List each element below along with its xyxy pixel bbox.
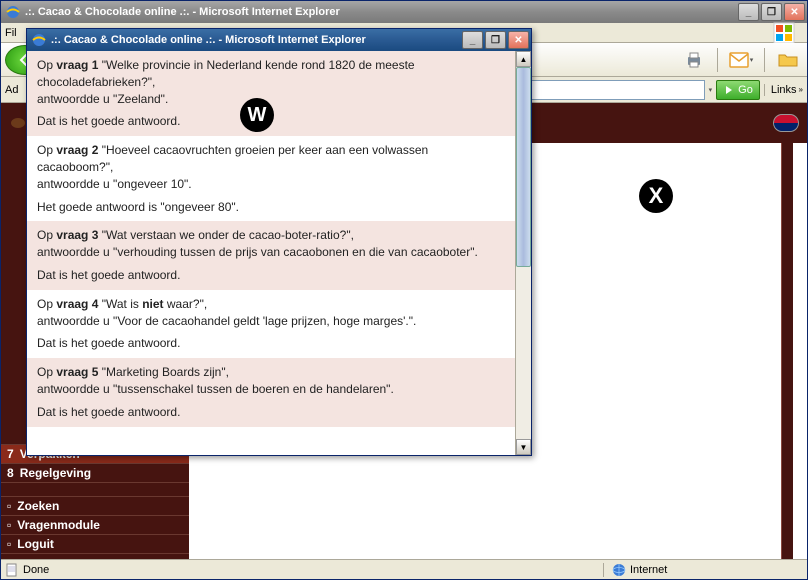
popup-title: .:. Cacao & Chocolade online .:. - Micro… (51, 34, 462, 46)
status-text: Done (23, 564, 49, 576)
popup-body: Op vraag 1 "Welke provincie in Nederland… (27, 51, 531, 455)
print-button[interactable] (679, 46, 709, 74)
popup-scrollbar[interactable]: ▲ ▼ (515, 51, 531, 455)
go-button[interactable]: Go (716, 80, 760, 100)
popup-close-button[interactable]: ✕ (508, 31, 529, 49)
feedback-item: Op vraag 3 "Wat verstaan we onder de cac… (27, 221, 515, 289)
popup-maximize-button[interactable]: ❐ (485, 31, 506, 49)
popup-minimize-button[interactable]: _ (462, 31, 483, 49)
zone-text: Internet (630, 564, 667, 576)
nav-item-regelgeving[interactable]: 8 Regelgeving (1, 463, 189, 482)
toolbar-separator (717, 48, 718, 72)
nav-item-vragenmodule[interactable]: ▫ Vragenmodule (1, 515, 189, 534)
badge-x: X (639, 179, 673, 213)
right-stripe (781, 143, 793, 559)
mail-button[interactable]: ▾ (726, 46, 756, 74)
folder-button[interactable] (773, 46, 803, 74)
main-titlebar: .:. Cacao & Chocolade online .:. - Micro… (1, 1, 807, 23)
feedback-item: Op vraag 2 "Hoeveel cacaovruchten groeie… (27, 136, 515, 221)
cocoa-icon (9, 114, 27, 132)
scroll-up-button[interactable]: ▲ (516, 51, 531, 67)
scroll-track[interactable] (516, 67, 531, 439)
scroll-down-button[interactable]: ▼ (516, 439, 531, 455)
main-title: .:. Cacao & Chocolade online .:. - Micro… (25, 6, 738, 18)
scroll-thumb[interactable] (516, 67, 531, 267)
nav-item-loguit[interactable]: ▫ Loguit (1, 534, 189, 553)
ie-icon (5, 4, 21, 20)
menu-file[interactable]: Fil (5, 27, 17, 39)
globe-icon (612, 563, 626, 577)
statusbar: Done Internet (1, 559, 807, 579)
links-toolbar[interactable]: Links » (764, 84, 803, 96)
ie-icon (31, 32, 47, 48)
feedback-item: Op vraag 5 "Marketing Boards zijn", antw… (27, 358, 515, 426)
minimize-button[interactable]: _ (738, 3, 759, 21)
toolbar-separator (764, 48, 765, 72)
language-flag[interactable] (773, 114, 799, 132)
badge-w: W (240, 98, 274, 132)
address-label: Ad (5, 84, 18, 96)
nav-item-zoeken[interactable]: ▫ Zoeken (1, 496, 189, 515)
popup-titlebar: .:. Cacao & Chocolade online .:. - Micro… (27, 29, 531, 51)
page-icon (5, 563, 19, 577)
popup-window: .:. Cacao & Chocolade online .:. - Micro… (26, 28, 532, 456)
feedback-item: Op vraag 4 "Wat is niet waar?", antwoord… (27, 290, 515, 358)
